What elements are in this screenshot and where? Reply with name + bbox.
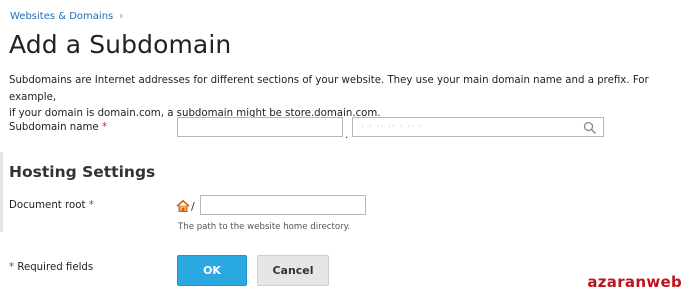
home-icon: [176, 200, 190, 212]
subdomain-name-label-text: Subdomain name: [9, 122, 99, 133]
intro-text: Subdomains are Internet addresses for di…: [9, 73, 699, 123]
chevron-right-icon: ›: [119, 11, 124, 22]
subdomain-name-input[interactable]: [177, 117, 343, 137]
intro-line-1: Subdomains are Internet addresses for di…: [9, 75, 649, 103]
search-icon[interactable]: [583, 121, 597, 135]
required-star: *: [9, 262, 15, 273]
section-divider-bar: [0, 152, 3, 232]
subdomain-name-label: Subdomain name *: [9, 121, 107, 135]
required-fields-note-text: * Required fields: [9, 262, 94, 273]
required-star: *: [88, 200, 94, 211]
document-root-label-text: Document root: [9, 200, 86, 211]
required-star: *: [101, 122, 108, 133]
document-root-label: Document root *: [9, 199, 94, 213]
domain-separator: .: [345, 128, 349, 141]
document-root-input[interactable]: [200, 195, 366, 215]
breadcrumb-link-websites-domains[interactable]: Websites & Domains: [10, 10, 113, 24]
document-root-hint: The path to the website home directory.: [178, 222, 351, 232]
document-root-prefix: /: [191, 200, 195, 213]
page: Websites & Domains › Add a Subdomain Sub…: [0, 0, 700, 298]
watermark: azaranweb: [587, 273, 682, 291]
parent-domain-selector[interactable]: · · ·· ·· · ·· ·: [352, 117, 604, 137]
required-fields-note: * Required fields: [9, 261, 93, 275]
cancel-button[interactable]: Cancel: [257, 255, 329, 286]
ok-button[interactable]: OK: [177, 255, 247, 286]
page-title: Add a Subdomain: [9, 30, 232, 59]
parent-domain-value: · · ·· ·· · ·· ·: [361, 122, 423, 132]
breadcrumb: Websites & Domains ›: [10, 10, 123, 24]
hosting-settings-heading: Hosting Settings: [9, 163, 156, 181]
